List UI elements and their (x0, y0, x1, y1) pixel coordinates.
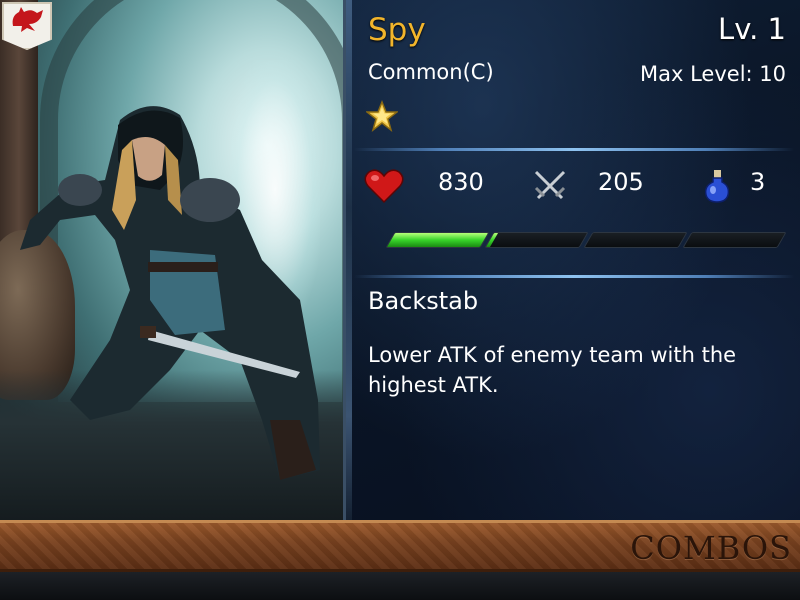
spy-character-illustration (20, 106, 320, 480)
card-info-panel: Spy Lv. 1 Common(C) Max Level: 10 830 20… (343, 0, 800, 520)
attack-value: 205 (598, 168, 644, 196)
potion-value: 3 (750, 168, 766, 196)
divider-middle (354, 275, 794, 278)
combos-tab[interactable]: COMBOS (0, 520, 800, 572)
panel-edge (346, 0, 352, 520)
bottom-area: COMBOS (0, 520, 800, 600)
xp-segment (583, 232, 688, 248)
hp-value: 830 (438, 168, 484, 196)
skill-name: Backstab (368, 287, 479, 315)
gold-star-icon (366, 100, 398, 132)
heart-icon (364, 169, 404, 204)
card-name: Spy (368, 12, 426, 48)
mana-potion-icon (704, 170, 730, 203)
combos-label: COMBOS (630, 529, 792, 567)
divider-top (354, 148, 794, 151)
red-dragon-crest-icon (12, 7, 43, 32)
card-level: Lv. 1 (718, 12, 786, 46)
xp-fill (386, 233, 489, 247)
skill-description: Lower ATK of enemy team with the highest… (368, 343, 737, 397)
max-level: Max Level: 10 (640, 62, 786, 86)
xp-segment (385, 232, 490, 248)
crossed-swords-icon (534, 170, 566, 200)
card-rarity: Common(C) (368, 60, 494, 84)
xp-segment (484, 232, 589, 248)
experience-bar (385, 230, 787, 248)
xp-segment (682, 232, 787, 248)
bottom-strip (0, 572, 800, 600)
card-artwork (0, 0, 343, 520)
